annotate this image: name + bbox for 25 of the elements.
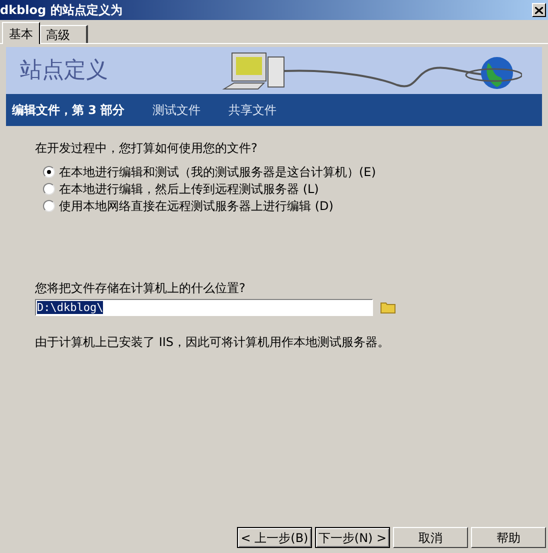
- tab[interactable]: 基本: [2, 22, 40, 44]
- window-title: dkblog 的站点定义为: [0, 2, 122, 19]
- dialog-button[interactable]: < 上一步(B): [237, 527, 312, 548]
- banner-title: 站点定义: [19, 57, 108, 85]
- dialog-button[interactable]: 帮助: [471, 527, 546, 548]
- radio-label: 使用本地网络直接在远程测试服务器上进行编辑 (D): [59, 198, 334, 215]
- dialog-button[interactable]: 取消: [393, 527, 468, 548]
- dialog-button[interactable]: 下一步(N) >: [315, 527, 390, 548]
- radio-button[interactable]: [43, 166, 55, 178]
- step-label: 编辑文件，第 3 部分: [12, 102, 125, 119]
- path-field[interactable]: D:\dkblog\: [35, 299, 373, 316]
- step-label: 共享文件: [228, 102, 277, 119]
- radio-button[interactable]: [43, 183, 55, 195]
- question-text: 在开发过程中，您打算如何使用您的文件?: [35, 140, 258, 157]
- tab[interactable]: 高级: [40, 25, 88, 43]
- radio-button[interactable]: [43, 200, 55, 212]
- radio-label: 在本地进行编辑，然后上传到远程测试服务器 (L): [59, 181, 319, 198]
- folder-icon: [380, 301, 396, 314]
- step-label: 测试文件: [152, 102, 201, 119]
- radio-label: 在本地进行编辑和测试（我的测试服务器是这台计算机）(E): [59, 164, 376, 181]
- info-text: 由于计算机上已安装了 IIS，因此可将计算机用作本地测试服务器。: [35, 334, 391, 351]
- folder-button[interactable]: [379, 300, 397, 316]
- close-icon: [535, 6, 543, 14]
- close-button[interactable]: [532, 3, 546, 17]
- location-label: 您将把文件存储在计算机上的什么位置?: [35, 280, 246, 297]
